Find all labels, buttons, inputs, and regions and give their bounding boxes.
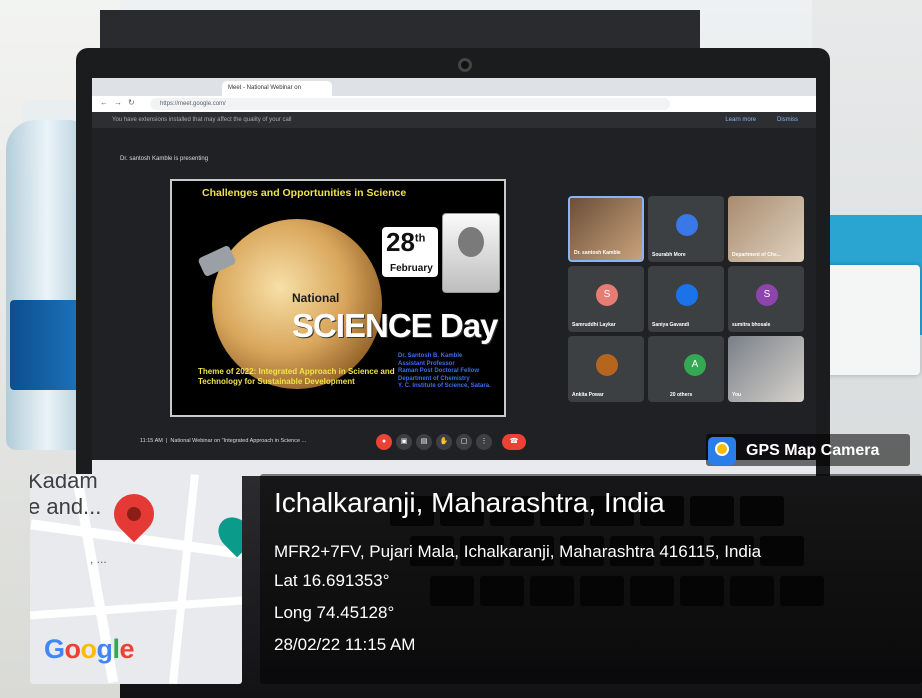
map-road [169, 474, 199, 684]
participant-tile[interactable]: You [728, 336, 804, 402]
participant-name: Sourabh More [652, 252, 686, 258]
participant-tile[interactable]: Ankita Powar [568, 336, 644, 402]
location-address: MFR2+7FV, Pujari Mala, Ichalkaranji, Mah… [274, 542, 762, 561]
reload-icon[interactable]: ↻ [128, 98, 135, 107]
participant-name: Saniya Gavandi [652, 322, 690, 328]
mic-off-button[interactable]: ● [376, 434, 392, 450]
presentation-slide: Challenges and Opportunities in Science … [170, 179, 506, 417]
map-dots: , ... [90, 552, 107, 566]
day-number: 28 [386, 227, 415, 257]
map-thumbnail: Kadam e and... , ... Google [30, 474, 242, 684]
browser-tab-strip: Meet - National Webinar on [92, 78, 816, 96]
slide-day: 28th [386, 227, 425, 258]
participant-grid: Dr. santosh Kamble Sourabh More Departme… [568, 196, 806, 404]
white-box [824, 265, 920, 375]
participant-name: Ankita Powar [572, 392, 604, 398]
speaker-line: Raman Post Doctoral Fellow [398, 368, 480, 374]
present-button[interactable]: ▢ [456, 434, 472, 450]
map-label-line: Kadam [30, 474, 98, 493]
day-suffix: th [414, 232, 426, 245]
participant-name: Samruddhi Laykar [572, 322, 616, 328]
participant-tile[interactable]: Saniya Gavandi [648, 266, 724, 332]
national-label: National [292, 291, 340, 305]
meeting-info: 11:15 AM | National Webinar on "Integrat… [140, 438, 307, 444]
speaker-line: Department of Chemistry [398, 375, 470, 382]
participant-avatar: A [684, 354, 706, 376]
extension-notice: You have extensions installed that may a… [92, 112, 816, 128]
participant-avatar [676, 284, 698, 306]
map-pin-center [127, 507, 141, 521]
slide-theme: Theme of 2022: Integrated Approach in Sc… [198, 367, 395, 386]
participant-name: sumitra bhosale [732, 322, 771, 328]
participant-avatar [676, 214, 698, 236]
more-options-button[interactable]: ⋮ [476, 434, 492, 450]
science-day-label: SCIENCE Day [292, 307, 498, 344]
learn-more-link[interactable]: Learn more [725, 112, 756, 128]
map-road [30, 596, 242, 620]
captions-button[interactable]: ▤ [416, 434, 432, 450]
browser-toolbar: ← → ↻ https://meet.google.com/ [92, 96, 816, 112]
speaker-line: Y. C. Institute of Science, Satara. [398, 383, 491, 389]
participant-name: You [732, 392, 742, 398]
participant-name: Dr. santosh Kamble [574, 250, 621, 256]
meeting-title: National Webinar on "Integrated Approach… [170, 438, 307, 444]
slide-month: February [390, 263, 433, 274]
gps-app-name: GPS Map Camera [746, 442, 880, 459]
participant-name: Department of Che... [732, 252, 781, 258]
map-place-label: Kadam e and... [30, 474, 101, 520]
participant-name: 20 others [670, 392, 693, 398]
presenting-label: Dr. santosh Kamble is presenting [120, 156, 209, 162]
laptop-screen: Meet - National Webinar on ← → ↻ https:/… [92, 78, 816, 476]
participant-avatar [596, 354, 618, 376]
location-city: Ichalkaranji, Maharashtra, India [274, 487, 665, 518]
participant-tile[interactable]: Department of Che... [728, 196, 804, 262]
forward-icon[interactable]: → [114, 98, 122, 107]
dismiss-link[interactable]: Dismiss [777, 112, 798, 128]
participant-tile[interactable]: Dr. santosh Kamble [568, 196, 644, 262]
slide-title: Challenges and Opportunities in Science [202, 187, 407, 199]
address-bar[interactable]: https://meet.google.com/ [150, 98, 670, 110]
webcam-icon [458, 58, 472, 72]
extension-notice-text: You have extensions installed that may a… [112, 117, 292, 123]
browser-tab[interactable]: Meet - National Webinar on [222, 81, 332, 96]
gps-logo-pin-icon [715, 442, 729, 456]
participant-tile[interactable]: S sumitra bhosale [728, 266, 804, 332]
google-logo: Google [44, 634, 135, 664]
end-call-button[interactable]: ☎ [502, 434, 526, 450]
meeting-time: 11:15 AM [140, 438, 163, 444]
participant-avatar: S [596, 284, 618, 306]
camera-button[interactable]: ▣ [396, 434, 412, 450]
photo-scene: Meet - National Webinar on ← → ↻ https:/… [0, 0, 922, 698]
portrait-head [458, 227, 484, 257]
map-label-line: e and... [30, 494, 102, 519]
speaker-details: Dr. Santosh B. Kamble Assistant Professo… [398, 353, 508, 391]
back-icon[interactable]: ← [100, 98, 108, 107]
participant-tile[interactable]: Sourabh More [648, 196, 724, 262]
participant-tile[interactable]: S Samruddhi Laykar [568, 266, 644, 332]
participant-tile[interactable]: A 20 others [648, 336, 724, 402]
raise-hand-button[interactable]: ✋ [436, 434, 452, 450]
location-longitude: Long 74.45128° [274, 603, 395, 622]
speaker-line: Dr. Santosh B. Kamble [398, 353, 463, 359]
location-latitude: Lat 16.691353° [274, 571, 390, 590]
location-datetime: 28/02/22 11:15 AM [274, 635, 416, 654]
participant-avatar: S [756, 284, 778, 306]
monitor-behind [100, 10, 700, 50]
speaker-line: Assistant Professor [398, 360, 455, 367]
